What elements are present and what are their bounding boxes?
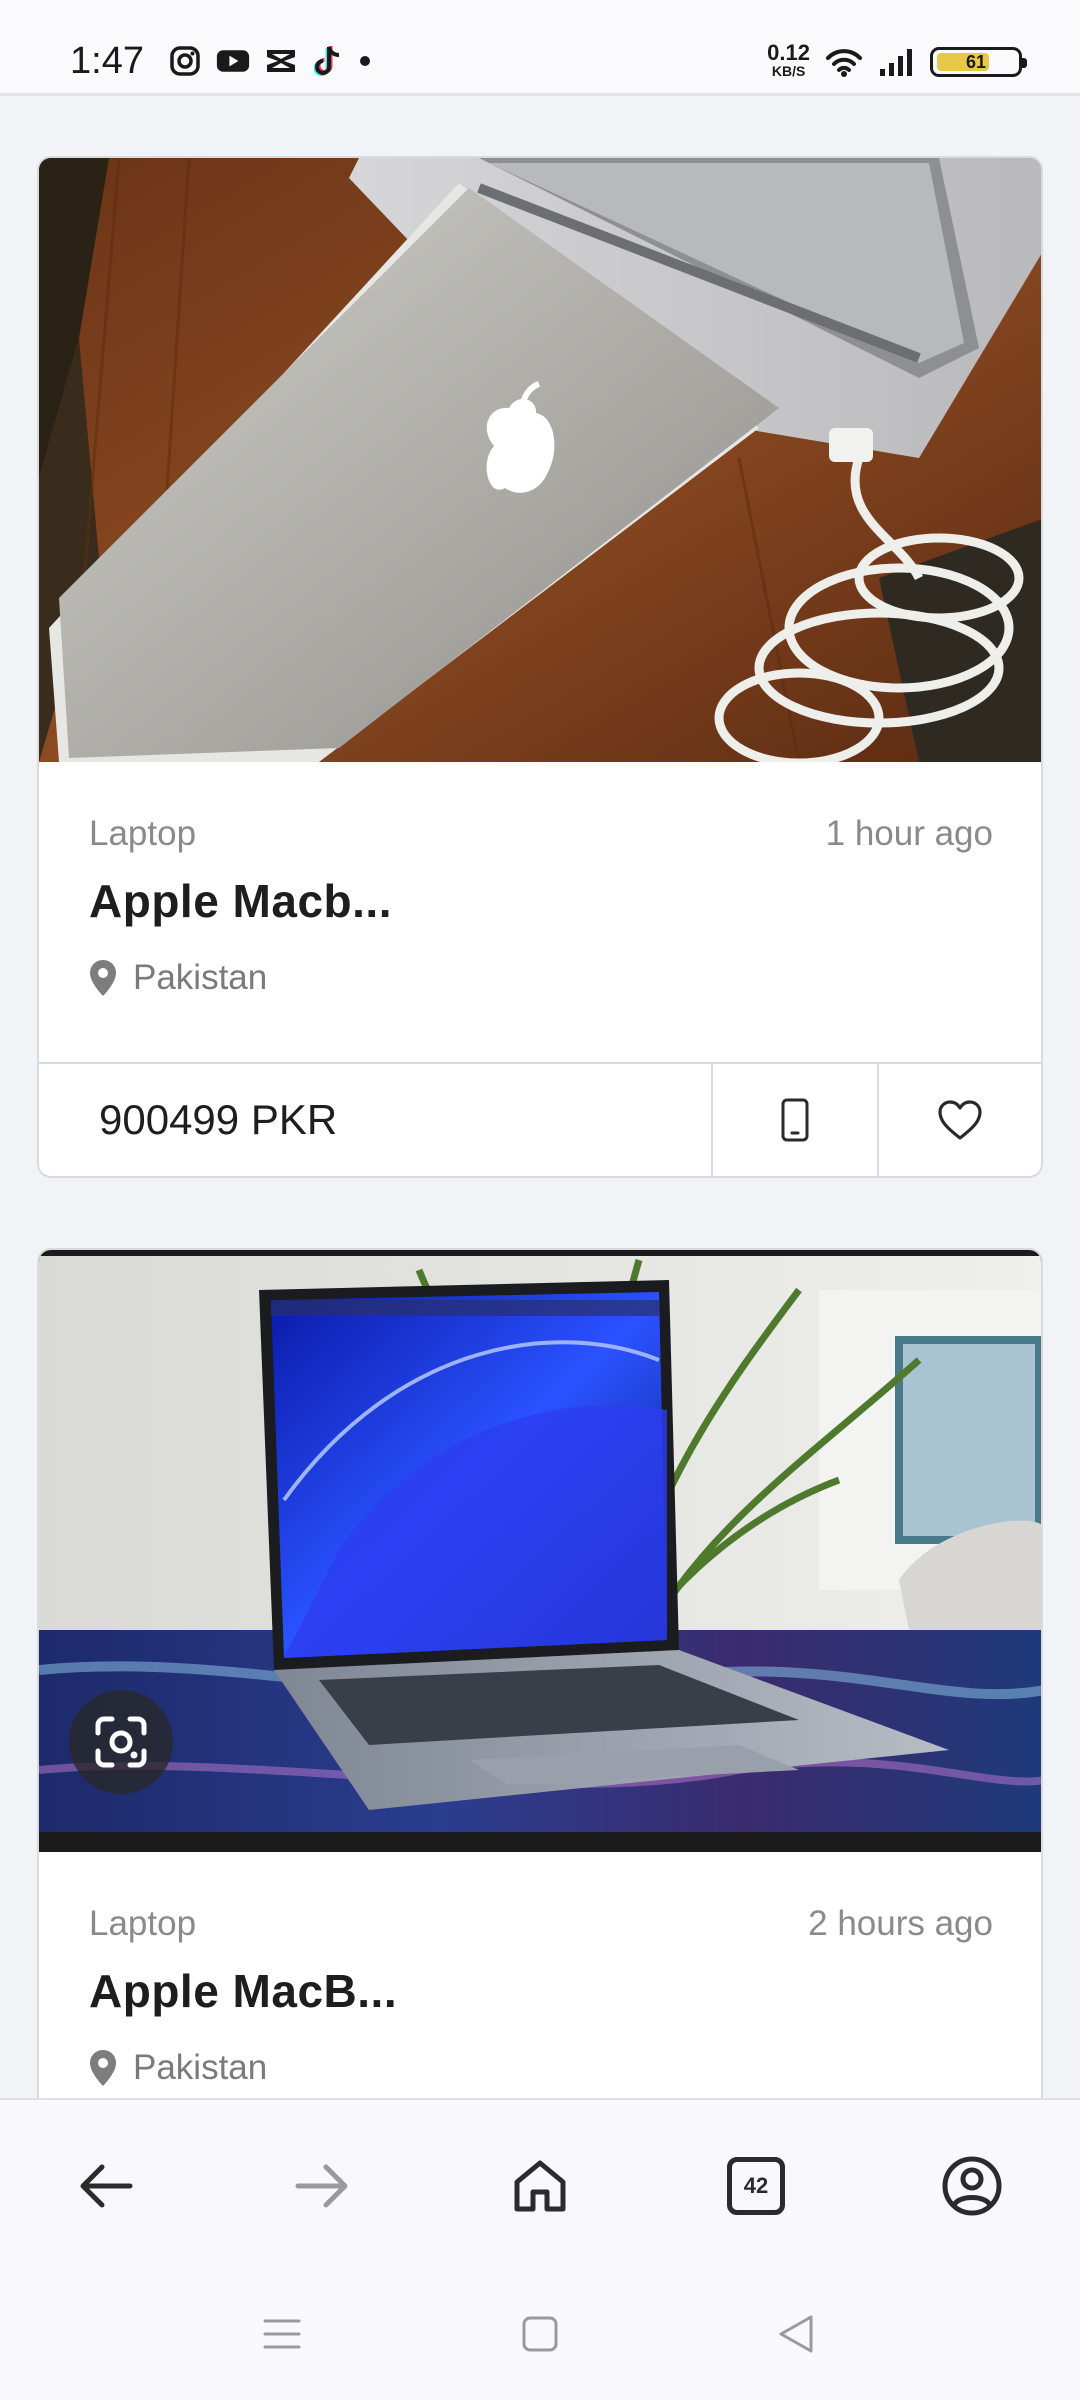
signal-icon [880, 49, 912, 76]
listing-image[interactable] [39, 158, 1041, 762]
heart-icon [938, 1100, 982, 1140]
listing-image[interactable] [39, 1250, 1041, 1852]
location-pin-icon [90, 2050, 116, 2086]
back-arrow-icon [80, 2164, 133, 2208]
recent-apps-button[interactable] [252, 2308, 312, 2360]
home-icon [514, 2160, 566, 2212]
listing-location: Pakistan [89, 958, 267, 998]
listing-posted-time: 1 hour ago [825, 814, 993, 853]
capcut-icon [264, 44, 298, 78]
home-button[interactable] [502, 2148, 578, 2224]
system-back-button[interactable] [766, 2308, 826, 2360]
forward-button[interactable] [284, 2148, 360, 2224]
tabs-icon: 42 [727, 2157, 785, 2215]
listing-title[interactable]: Apple MacB... [89, 1964, 397, 2018]
account-icon [942, 2156, 1002, 2216]
home-square-icon [522, 2316, 558, 2352]
status-bar: 1:47 0.12 KB/S 61 [0, 0, 1080, 96]
tiktok-icon [312, 44, 346, 78]
listing-details[interactable]: Laptop 2 hours ago Apple MacB... Pakista… [39, 1852, 1041, 2116]
favorite-button[interactable] [877, 1064, 1041, 1176]
status-time: 1:47 [70, 40, 144, 82]
back-triangle-icon [779, 2315, 813, 2353]
account-button[interactable] [934, 2148, 1010, 2224]
listing-location-text: Pakistan [133, 958, 268, 997]
phone-icon [781, 1098, 809, 1142]
listing-category: Laptop [89, 1904, 197, 1943]
battery-icon: 61 [930, 47, 1027, 77]
listing-posted-time: 2 hours ago [808, 1904, 993, 1943]
listing-location-text: Pakistan [133, 2048, 268, 2087]
location-pin-icon [90, 960, 116, 996]
listing-details[interactable]: Laptop 1 hour ago Apple Macb... Pakistan [39, 762, 1041, 1062]
tabs-button[interactable]: 42 [718, 2148, 794, 2224]
lens-icon [95, 1716, 147, 1768]
network-speed: 0.12 KB/S [767, 40, 810, 80]
wifi-icon [826, 49, 862, 77]
youtube-icon [216, 44, 250, 78]
call-button[interactable] [713, 1064, 877, 1176]
listing-card[interactable]: Laptop 1 hour ago Apple Macb... Pakistan… [37, 156, 1043, 1178]
back-button[interactable] [68, 2148, 144, 2224]
listing-title[interactable]: Apple Macb... [89, 874, 392, 928]
status-right: 0.12 KB/S 61 [767, 40, 1027, 80]
system-home-button[interactable] [510, 2308, 570, 2360]
instagram-icon [168, 44, 202, 78]
more-notifications-dot [360, 56, 370, 66]
browser-toolbar: 42 [0, 2098, 1080, 2268]
listing-location: Pakistan [89, 2048, 267, 2088]
menu-icon [263, 2319, 301, 2349]
listing-price: 900499 PKR [39, 1064, 713, 1176]
google-lens-button[interactable] [69, 1690, 173, 1794]
listing-card[interactable]: Laptop 2 hours ago Apple MacB... Pakista… [37, 1248, 1043, 2118]
system-navigation-bar [0, 2268, 1080, 2400]
forward-arrow-icon [295, 2164, 348, 2208]
tab-count: 42 [743, 2173, 769, 2198]
listing-footer: 900499 PKR [39, 1062, 1041, 1176]
notification-icons [168, 44, 370, 78]
listing-category: Laptop [89, 814, 197, 853]
